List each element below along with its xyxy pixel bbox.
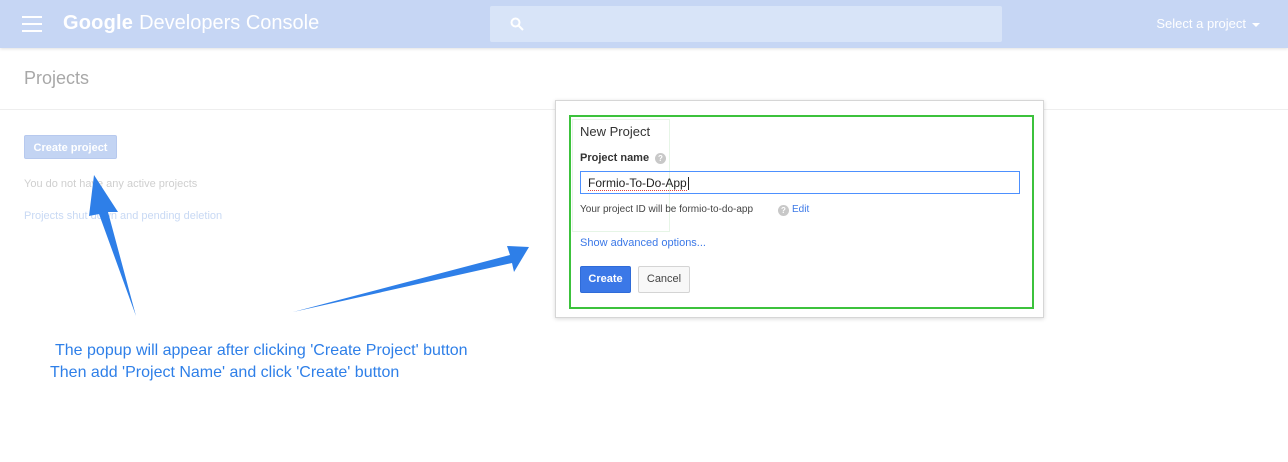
help-icon[interactable]: ? <box>778 205 789 216</box>
project-selector[interactable]: Select a project <box>1156 16 1260 31</box>
brand-google: Google <box>63 12 134 34</box>
project-name-label: Project name <box>580 152 650 164</box>
page-title: Projects <box>24 68 90 88</box>
show-advanced-options-link[interactable]: Show advanced options... <box>580 237 706 249</box>
arrow-icon <box>89 175 136 316</box>
menu-icon[interactable] <box>22 16 42 32</box>
project-name-input[interactable]: Formio-To-Do-App <box>580 171 1020 194</box>
annotation-line-2: Then add 'Project Name' and click 'Creat… <box>50 364 400 381</box>
cancel-button[interactable]: Cancel <box>638 266 690 293</box>
project-selector-label: Select a project <box>1156 16 1246 31</box>
arrow-icon <box>293 246 529 312</box>
help-icon[interactable]: ? <box>655 153 666 164</box>
app-title: Google Developers Console <box>63 12 319 35</box>
pending-deletion-link[interactable]: Projects shut down and pending deletion <box>24 210 222 222</box>
top-app-bar: Google Developers Console Select a projec… <box>0 0 1288 48</box>
dialog-title: New Project <box>580 124 651 139</box>
empty-message: You do not have any active projects <box>24 178 198 190</box>
text-cursor <box>687 177 689 191</box>
edit-project-id-link[interactable]: Edit <box>792 204 809 215</box>
brand-product: Developers Console <box>139 12 320 34</box>
create-project-button[interactable]: Create project <box>24 135 117 159</box>
annotation-line-1: The popup will appear after clicking 'Cr… <box>55 342 468 359</box>
search-icon <box>510 17 524 31</box>
search-input[interactable] <box>490 6 1002 42</box>
create-button[interactable]: Create <box>580 266 631 293</box>
chevron-down-icon <box>1252 22 1260 27</box>
project-id-text: Your project ID will be formio-to-do-app <box>580 204 754 215</box>
project-name-value: Formio-To-Do-App <box>588 176 687 191</box>
